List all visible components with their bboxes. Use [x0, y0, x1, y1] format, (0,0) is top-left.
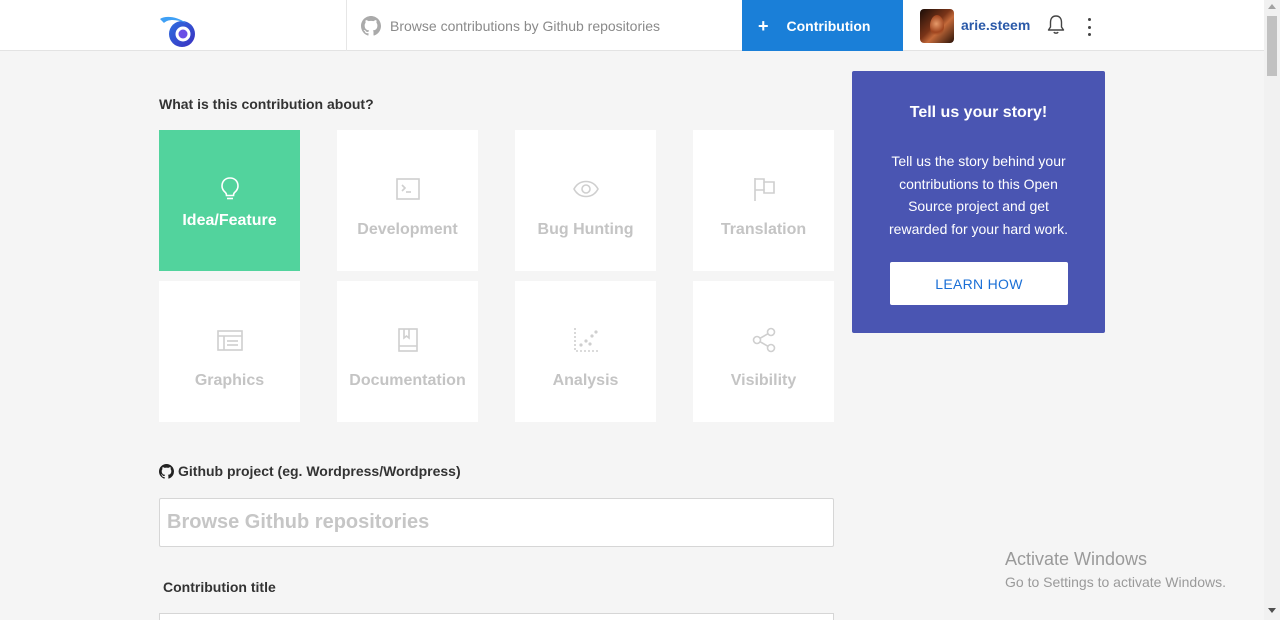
eye-icon [572, 180, 599, 198]
add-contribution-button[interactable]: + Contribution [742, 0, 903, 51]
contribution-button-label: Contribution [786, 17, 871, 34]
category-label: Idea/Feature [182, 212, 277, 229]
scatter-chart-icon [573, 328, 598, 352]
scroll-up-arrow-icon[interactable] [1268, 4, 1276, 9]
search-placeholder: Browse contributions by Github repositor… [390, 17, 661, 34]
story-title: Tell us your story! [909, 104, 1048, 121]
category-label: Analysis [552, 372, 619, 389]
story-card: Tell us your story! Tell us the story be… [852, 71, 1105, 333]
category-documentation[interactable]: Documentation [337, 281, 478, 422]
layout-icon [216, 330, 243, 351]
contribution-title-label: Contribution title [163, 579, 276, 595]
category-analysis[interactable]: Analysis [515, 281, 656, 422]
book-icon [397, 328, 418, 352]
story-body: Tell us the story behind your contributi… [889, 153, 1068, 237]
category-label: Bug Hunting [537, 221, 634, 238]
github-repository-input[interactable]: Browse Github repositories [159, 498, 834, 547]
github-repository-placeholder: Browse Github repositories [167, 511, 430, 533]
more-menu-icon[interactable] [1080, 16, 1098, 38]
category-label: Documentation [349, 372, 466, 389]
category-visibility[interactable]: Visibility [693, 281, 834, 422]
avatar[interactable] [920, 9, 954, 43]
scroll-thumb[interactable] [1267, 16, 1277, 76]
github-project-label: Github project (eg. Wordpress/Wordpress) [159, 463, 461, 479]
github-icon [159, 463, 174, 479]
flag-icon [753, 178, 775, 201]
page-scrollbar[interactable] [1264, 0, 1280, 620]
watermark-title: Activate Windows [1005, 549, 1148, 569]
scroll-down-arrow-icon[interactable] [1268, 608, 1276, 613]
username-link[interactable]: arie.steem [961, 17, 1030, 33]
github-icon [361, 15, 381, 36]
category-idea-feature[interactable]: Idea/Feature [159, 130, 300, 271]
lightbulb-icon [220, 177, 239, 200]
watermark-subtitle: Go to Settings to activate Windows. [1005, 574, 1226, 590]
category-development[interactable]: Development [337, 130, 478, 271]
category-label: Graphics [194, 372, 265, 389]
top-navbar: Browse contributions by Github repositor… [0, 0, 1264, 51]
category-question: What is this contribution about? [159, 96, 374, 112]
category-label: Development [357, 221, 458, 238]
category-label: Translation [720, 221, 807, 238]
contribution-title-input[interactable] [159, 613, 834, 620]
github-project-label-text: Github project (eg. Wordpress/Wordpress) [178, 463, 461, 479]
plus-icon: + [758, 15, 769, 36]
contribution-search[interactable]: Browse contributions by Github repositor… [346, 0, 742, 51]
category-bug-hunting[interactable]: Bug Hunting [515, 130, 656, 271]
learn-how-button[interactable]: LEARN HOW [890, 262, 1068, 305]
category-graphics[interactable]: Graphics [159, 281, 300, 422]
category-label: Visibility [730, 372, 797, 389]
share-icon [752, 327, 775, 353]
activate-windows-watermark: Activate Windows Go to Settings to activ… [1005, 549, 1226, 590]
terminal-icon [395, 178, 420, 200]
category-translation[interactable]: Translation [693, 130, 834, 271]
utopian-logo-icon[interactable] [158, 13, 198, 49]
bell-icon[interactable] [1046, 14, 1066, 36]
